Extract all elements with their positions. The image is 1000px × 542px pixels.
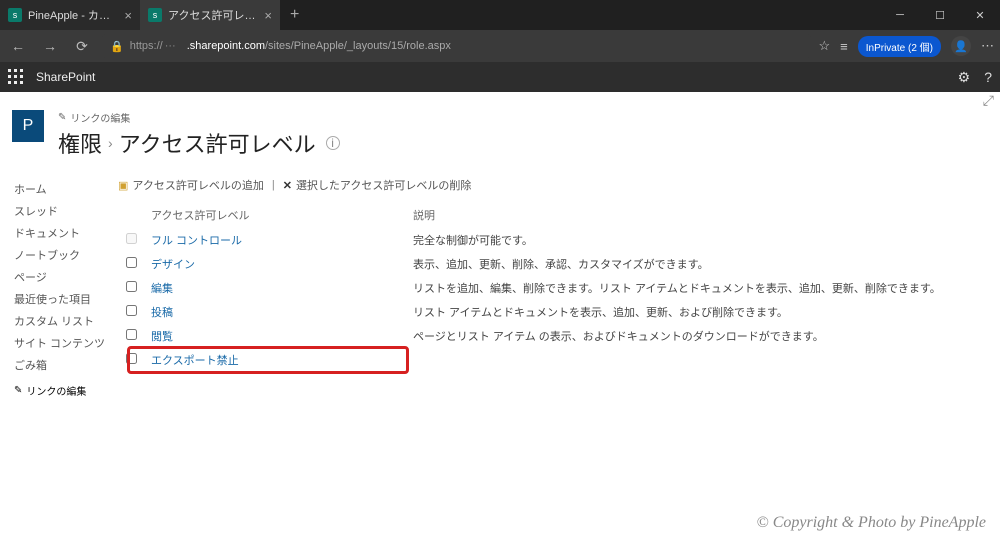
watermark-text: © Copyright & Photo by PineApple [757,514,986,532]
permission-level-link[interactable]: 投稿 [151,307,173,319]
permission-level-link[interactable]: デザイン [151,259,195,271]
reload-button[interactable]: ⟳ [70,34,94,58]
add-permission-level-link[interactable]: アクセス許可レベルの追加 [132,177,263,193]
pencil-icon: ✎ [14,385,22,396]
add-icon: ▣ [118,179,128,192]
lock-icon: 🔒 [110,40,124,53]
info-icon[interactable]: i [326,136,340,150]
url-host: .sharepoint.com [187,40,265,52]
nav-item[interactable]: スレッド [14,203,110,219]
col-header-desc: 説明 [407,203,978,227]
permission-toolbar: ▣ アクセス許可レベルの追加 | ✕ 選択したアクセス許可レベルの削除 [118,177,980,193]
suite-product-name[interactable]: SharePoint [36,70,95,84]
table-row: デザイン 表示、追加、更新、削除、承認、カスタマイズができます。 [120,253,978,275]
window-controls: ─ ☐ ✕ [880,0,1000,30]
browser-tab-0[interactable]: s PineApple - カスタム リスト - すべて × [0,0,140,30]
page-content: ⤢ P ✎ リンクの編集 権限 › アクセス許可レベル i ホーム スレッド ド… [0,92,1000,542]
permission-description: ページとリスト アイテム の表示、およびドキュメントのダウンロードができます。 [407,325,978,347]
settings-gear-icon[interactable]: ⚙ [958,69,971,86]
table-row: エクスポート禁止 [120,349,978,371]
site-logo[interactable]: P [12,110,44,142]
col-header-name: アクセス許可レベル [145,203,405,227]
main-pane: ▣ アクセス許可レベルの追加 | ✕ 選択したアクセス許可レベルの削除 アクセス… [110,169,1000,398]
page-title: 権限 › アクセス許可レベル i [58,127,340,159]
maximize-button[interactable]: ☐ [920,0,960,30]
row-checkbox[interactable] [126,257,137,268]
tab-title: PineApple - カスタム リスト - すべて [28,7,118,23]
tab-title: アクセス許可レベル [168,7,258,23]
favorites-bar-icon[interactable]: ≡ [840,39,848,54]
close-icon[interactable]: × [264,8,272,23]
favicon-icon: s [8,8,22,22]
edit-top-links[interactable]: ✎ リンクの編集 [58,110,340,125]
url-scheme: https:// [130,40,163,52]
close-window-button[interactable]: ✕ [960,0,1000,30]
quick-launch-nav: ホーム スレッド ドキュメント ノートブック ページ 最近使った項目 カスタム … [0,169,110,398]
nav-item[interactable]: 最近使った項目 [14,291,110,307]
permission-description [407,349,978,371]
nav-item[interactable]: ごみ箱 [14,357,110,373]
breadcrumb-separator-icon: › [108,135,113,151]
inprivate-badge[interactable]: InPrivate (2 個) [858,36,941,57]
permission-level-link[interactable]: 閲覧 [151,331,173,343]
permission-level-link[interactable]: 編集 [151,283,173,295]
address-bar[interactable]: 🔒 https:// ··· .sharepoint.com /sites/Pi… [102,34,811,58]
permission-level-link[interactable]: フル コントロール [151,235,242,247]
o365-suite-bar: SharePoint ⚙ ? [0,62,1000,92]
help-icon[interactable]: ? [984,69,992,85]
permission-description: 表示、追加、更新、削除、承認、カスタマイズができます。 [407,253,978,275]
permission-levels-table: アクセス許可レベル 説明 フル コントロール 完全な制御が可能です。デザイン 表示、… [118,201,980,373]
row-checkbox[interactable] [126,353,137,364]
close-icon[interactable]: × [124,8,132,23]
focus-content-icon[interactable]: ⤢ [983,92,994,109]
favorite-icon[interactable]: ☆ [819,38,831,54]
nav-item[interactable]: ノートブック [14,247,110,263]
breadcrumb-root[interactable]: 権限 [58,127,102,159]
permission-level-link[interactable]: エクスポート禁止 [151,355,239,367]
row-checkbox[interactable] [126,233,137,244]
nav-item[interactable]: ホーム [14,181,110,197]
more-icon[interactable]: ⋯ [981,38,994,54]
row-checkbox[interactable] [126,281,137,292]
nav-item[interactable]: カスタム リスト [14,313,110,329]
permission-description: リスト アイテムとドキュメントを表示、追加、更新、および削除できます。 [407,301,978,323]
url-path: /sites/PineApple/_layouts/15/role.aspx [265,40,451,52]
minimize-button[interactable]: ─ [880,0,920,30]
favicon-icon: s [148,8,162,22]
table-row: 投稿 リスト アイテムとドキュメントを表示、追加、更新、および削除できます。 [120,301,978,323]
row-checkbox[interactable] [126,329,137,340]
browser-tab-1[interactable]: s アクセス許可レベル × [140,0,280,30]
table-row: 編集 リストを追加、編集、削除できます。リスト アイテムとドキュメントを表示、追加… [120,277,978,299]
nav-item[interactable]: サイト コンテンツ [14,335,110,351]
pencil-icon: ✎ [58,112,66,123]
table-row: 閲覧 ページとリスト アイテム の表示、およびドキュメントのダウンロードができます… [120,325,978,347]
table-row: フル コントロール 完全な制御が可能です。 [120,229,978,251]
permission-description: リストを追加、編集、削除できます。リスト アイテムとドキュメントを表示、追加、更… [407,277,978,299]
back-button[interactable]: ← [6,34,30,58]
delete-permission-level-link[interactable]: 選択したアクセス許可レベルの削除 [296,177,471,193]
forward-button[interactable]: → [38,34,62,58]
profile-avatar-icon[interactable]: 👤 [951,36,971,56]
nav-item[interactable]: ドキュメント [14,225,110,241]
edit-nav-links[interactable]: ✎ リンクの編集 [14,383,110,398]
permission-description: 完全な制御が可能です。 [407,229,978,251]
browser-toolbar: ← → ⟳ 🔒 https:// ··· .sharepoint.com /si… [0,30,1000,62]
row-checkbox[interactable] [126,305,137,316]
new-tab-button[interactable]: + [280,6,309,24]
window-titlebar: s PineApple - カスタム リスト - すべて × s アクセス許可レ… [0,0,1000,30]
nav-item[interactable]: ページ [14,269,110,285]
breadcrumb-current: アクセス許可レベル [119,127,316,159]
delete-icon: ✕ [283,179,292,192]
app-launcher-icon[interactable] [8,69,24,85]
